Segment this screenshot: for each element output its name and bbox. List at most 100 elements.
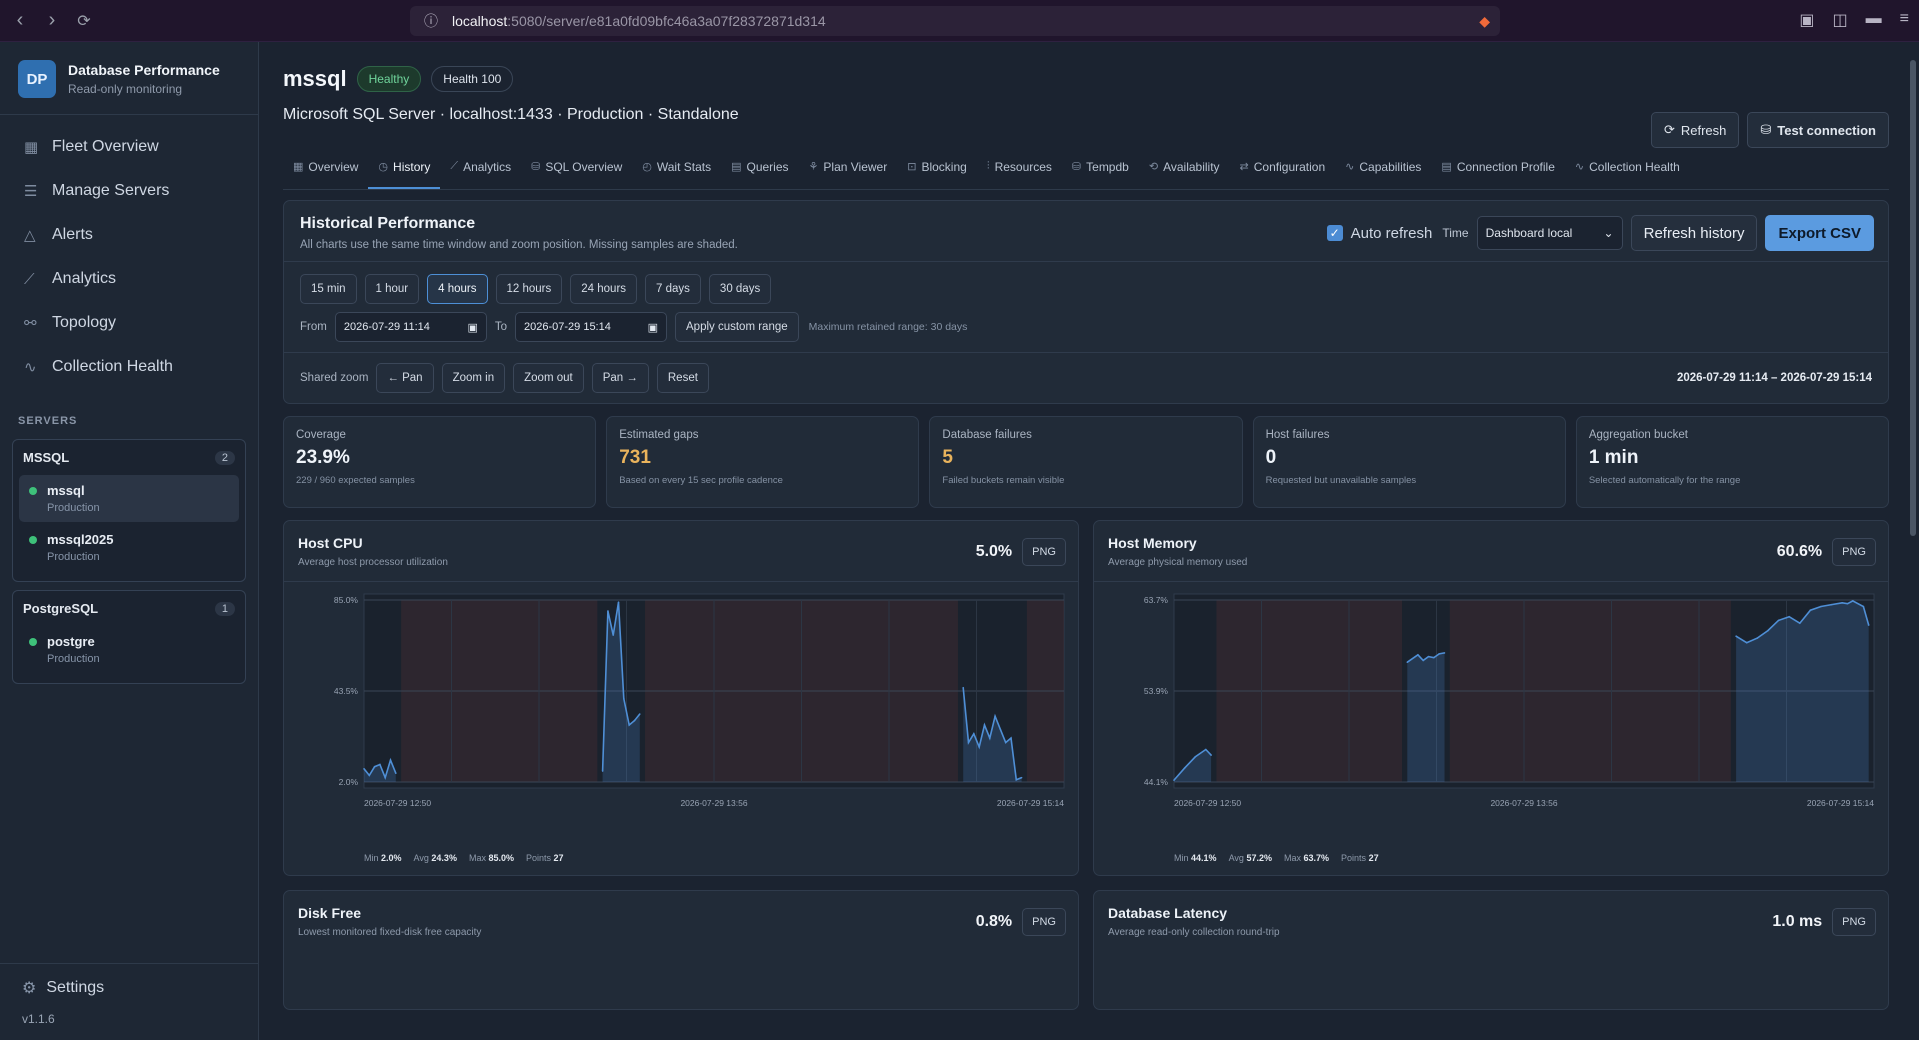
- server-env: Production: [47, 502, 100, 514]
- tab-bar: ▦ Overview ◷ History ⟋ Analytics ⛁ SQL Overv…: [283, 154, 1889, 190]
- min-stat: Min 44.1%: [1174, 853, 1217, 863]
- refresh-button[interactable]: ⟳ Refresh: [1650, 112, 1740, 148]
- zoom-in-button[interactable]: Zoom in: [441, 363, 506, 393]
- nav-fleet-overview[interactable]: ▦ Fleet Overview: [0, 125, 258, 169]
- pan-left-button[interactable]: ← Pan: [376, 363, 434, 393]
- tab-label: Availability: [1163, 160, 1220, 174]
- data-point: [384, 776, 387, 779]
- status-badge: Healthy: [356, 66, 422, 92]
- chart-title: Host Memory: [1108, 535, 1197, 551]
- reload-icon[interactable]: ⟳: [72, 9, 96, 33]
- extensions-icon[interactable]: ▣: [1799, 10, 1814, 30]
- tab-history[interactable]: ◷ History: [368, 154, 441, 189]
- scrollbar-thumb[interactable]: [1910, 60, 1916, 536]
- page-scrollbar[interactable]: [1907, 42, 1919, 1040]
- refresh-history-button[interactable]: Refresh history: [1630, 215, 1758, 251]
- png-export-button[interactable]: PNG: [1832, 907, 1876, 936]
- server-item-postgre[interactable]: postgre Production: [19, 626, 239, 673]
- range-12hours[interactable]: 12 hours: [495, 274, 563, 304]
- png-export-button[interactable]: PNG: [1022, 537, 1066, 566]
- nav-analytics[interactable]: ⟋ Analytics: [0, 257, 258, 301]
- range-30days[interactable]: 30 days: [708, 274, 772, 304]
- data-point: [1745, 641, 1748, 644]
- range-24hours[interactable]: 24 hours: [570, 274, 638, 304]
- server-item-mssql[interactable]: mssql Production: [19, 475, 239, 522]
- tab-resources[interactable]: ⫶ Resources: [977, 154, 1062, 189]
- host-cpu-chart[interactable]: 85.0% 43.5% 2.0% 2026-07-29 12:50 2026-07-29…: [284, 582, 1074, 822]
- tab-connection-profile[interactable]: ▤ Connection Profile: [1431, 154, 1564, 189]
- tree-icon: ⚘: [808, 161, 819, 173]
- nav-collection-health[interactable]: ∿ Collection Health: [0, 345, 258, 389]
- auto-refresh-checkbox[interactable]: ✓: [1326, 225, 1343, 241]
- range-4hours[interactable]: 4 hours: [427, 274, 488, 304]
- sync-icon: ⟲: [1148, 161, 1159, 173]
- to-value: 2026-07-29 15:14: [524, 321, 611, 333]
- servers-heading: SERVERS: [18, 415, 78, 427]
- from-datetime-input[interactable]: 2026-07-29 11:14 ▣: [334, 312, 487, 342]
- data-point: [994, 715, 996, 718]
- nav-alerts[interactable]: △ Alerts: [0, 213, 258, 257]
- png-export-button[interactable]: PNG: [1832, 537, 1876, 566]
- range-15min[interactable]: 15 min: [300, 274, 357, 304]
- grid-icon: ▦: [24, 139, 39, 156]
- data-point: [628, 724, 630, 726]
- stat-value: 731: [619, 447, 651, 468]
- calendar-icon: ▣: [647, 321, 658, 334]
- nav-manage-servers[interactable]: ☰ Manage Servers: [0, 169, 258, 213]
- tab-plan-viewer[interactable]: ⚘ Plan Viewer: [799, 154, 898, 189]
- data-point: [1777, 619, 1780, 622]
- brave-shield-icon[interactable]: ◆: [1479, 13, 1490, 30]
- group-name: PostgreSQL: [23, 601, 99, 616]
- range-7days[interactable]: 7 days: [645, 274, 701, 304]
- wallet-icon[interactable]: ▬: [1866, 10, 1882, 30]
- server-item-mssql2025[interactable]: mssql2025 Production: [19, 524, 239, 571]
- stat-value: 0: [1265, 447, 1277, 468]
- from-label: From: [300, 321, 327, 333]
- reset-zoom-button[interactable]: Reset: [656, 363, 709, 393]
- url-host: localhost: [452, 13, 508, 29]
- range-1hour[interactable]: 1 hour: [364, 274, 420, 304]
- tab-sql-overview[interactable]: ⛁ SQL Overview: [521, 154, 632, 189]
- tab-wait-stats[interactable]: ◴ Wait Stats: [632, 154, 721, 189]
- tab-overview[interactable]: ▦ Overview: [283, 154, 368, 189]
- tab-analytics[interactable]: ⟋ Analytics: [440, 154, 521, 189]
- pulse-icon: ∿: [1345, 161, 1355, 173]
- zoom-out-button[interactable]: Zoom out: [513, 363, 584, 393]
- menu-icon[interactable]: ≡: [1900, 10, 1909, 30]
- settings-link[interactable]: ⚙ Settings: [22, 978, 236, 998]
- max-label: Max: [468, 853, 486, 863]
- data-point: [373, 765, 376, 768]
- stat-estimated-gaps: Estimated gaps 731 Based on every 15 sec…: [606, 416, 920, 508]
- png-export-button[interactable]: PNG: [1022, 907, 1066, 936]
- tab-configuration[interactable]: ⇄ Configuration: [1230, 154, 1336, 189]
- host-memory-chart[interactable]: 63.7% 53.9% 44.1% 2026-07-29 12:50 2026-07-2…: [1094, 582, 1884, 822]
- to-label: To: [494, 321, 507, 333]
- nav-topology[interactable]: ⚯ Topology: [0, 301, 258, 345]
- server-name: postgre: [47, 634, 95, 649]
- x-tick-label: 2026-07-29 13:56: [680, 798, 747, 808]
- data-point: [1015, 779, 1018, 781]
- to-datetime-input[interactable]: 2026-07-29 15:14 ▣: [515, 312, 667, 342]
- export-csv-button[interactable]: Export CSV: [1765, 215, 1874, 251]
- forward-icon[interactable]: ›: [40, 9, 64, 33]
- sidebar-toggle-icon[interactable]: ◫: [1833, 10, 1848, 30]
- tab-collection-health[interactable]: ∿ Collection Health: [1565, 154, 1690, 189]
- tab-capabilities[interactable]: ∿ Capabilities: [1335, 154, 1431, 189]
- avg-value: 24.3%: [431, 853, 457, 863]
- tab-queries[interactable]: ▤ Queries: [721, 154, 798, 189]
- data-point: [1417, 653, 1419, 656]
- back-icon[interactable]: ‹: [8, 9, 32, 33]
- tab-tempdb[interactable]: ⛁ Tempdb: [1062, 154, 1139, 189]
- url-bar[interactable]: ⓘ localhost:5080/server/e81a0fd09bfc46a3…: [410, 6, 1500, 36]
- pan-right-button[interactable]: Pan →: [591, 363, 649, 393]
- test-connection-button[interactable]: ⛁ Test connection: [1747, 112, 1889, 148]
- data-point: [1004, 741, 1007, 744]
- data-point: [363, 768, 365, 770]
- apply-custom-range-button[interactable]: Apply custom range: [675, 312, 799, 342]
- tab-availability[interactable]: ⟲ Availability: [1139, 154, 1230, 189]
- data-point: [967, 741, 970, 744]
- tab-blocking[interactable]: ⊡ Blocking: [897, 154, 977, 189]
- max-value: 63.7%: [1303, 853, 1330, 863]
- timezone-select[interactable]: Dashboard local ⌄: [1476, 216, 1623, 250]
- data-point: [1851, 600, 1854, 602]
